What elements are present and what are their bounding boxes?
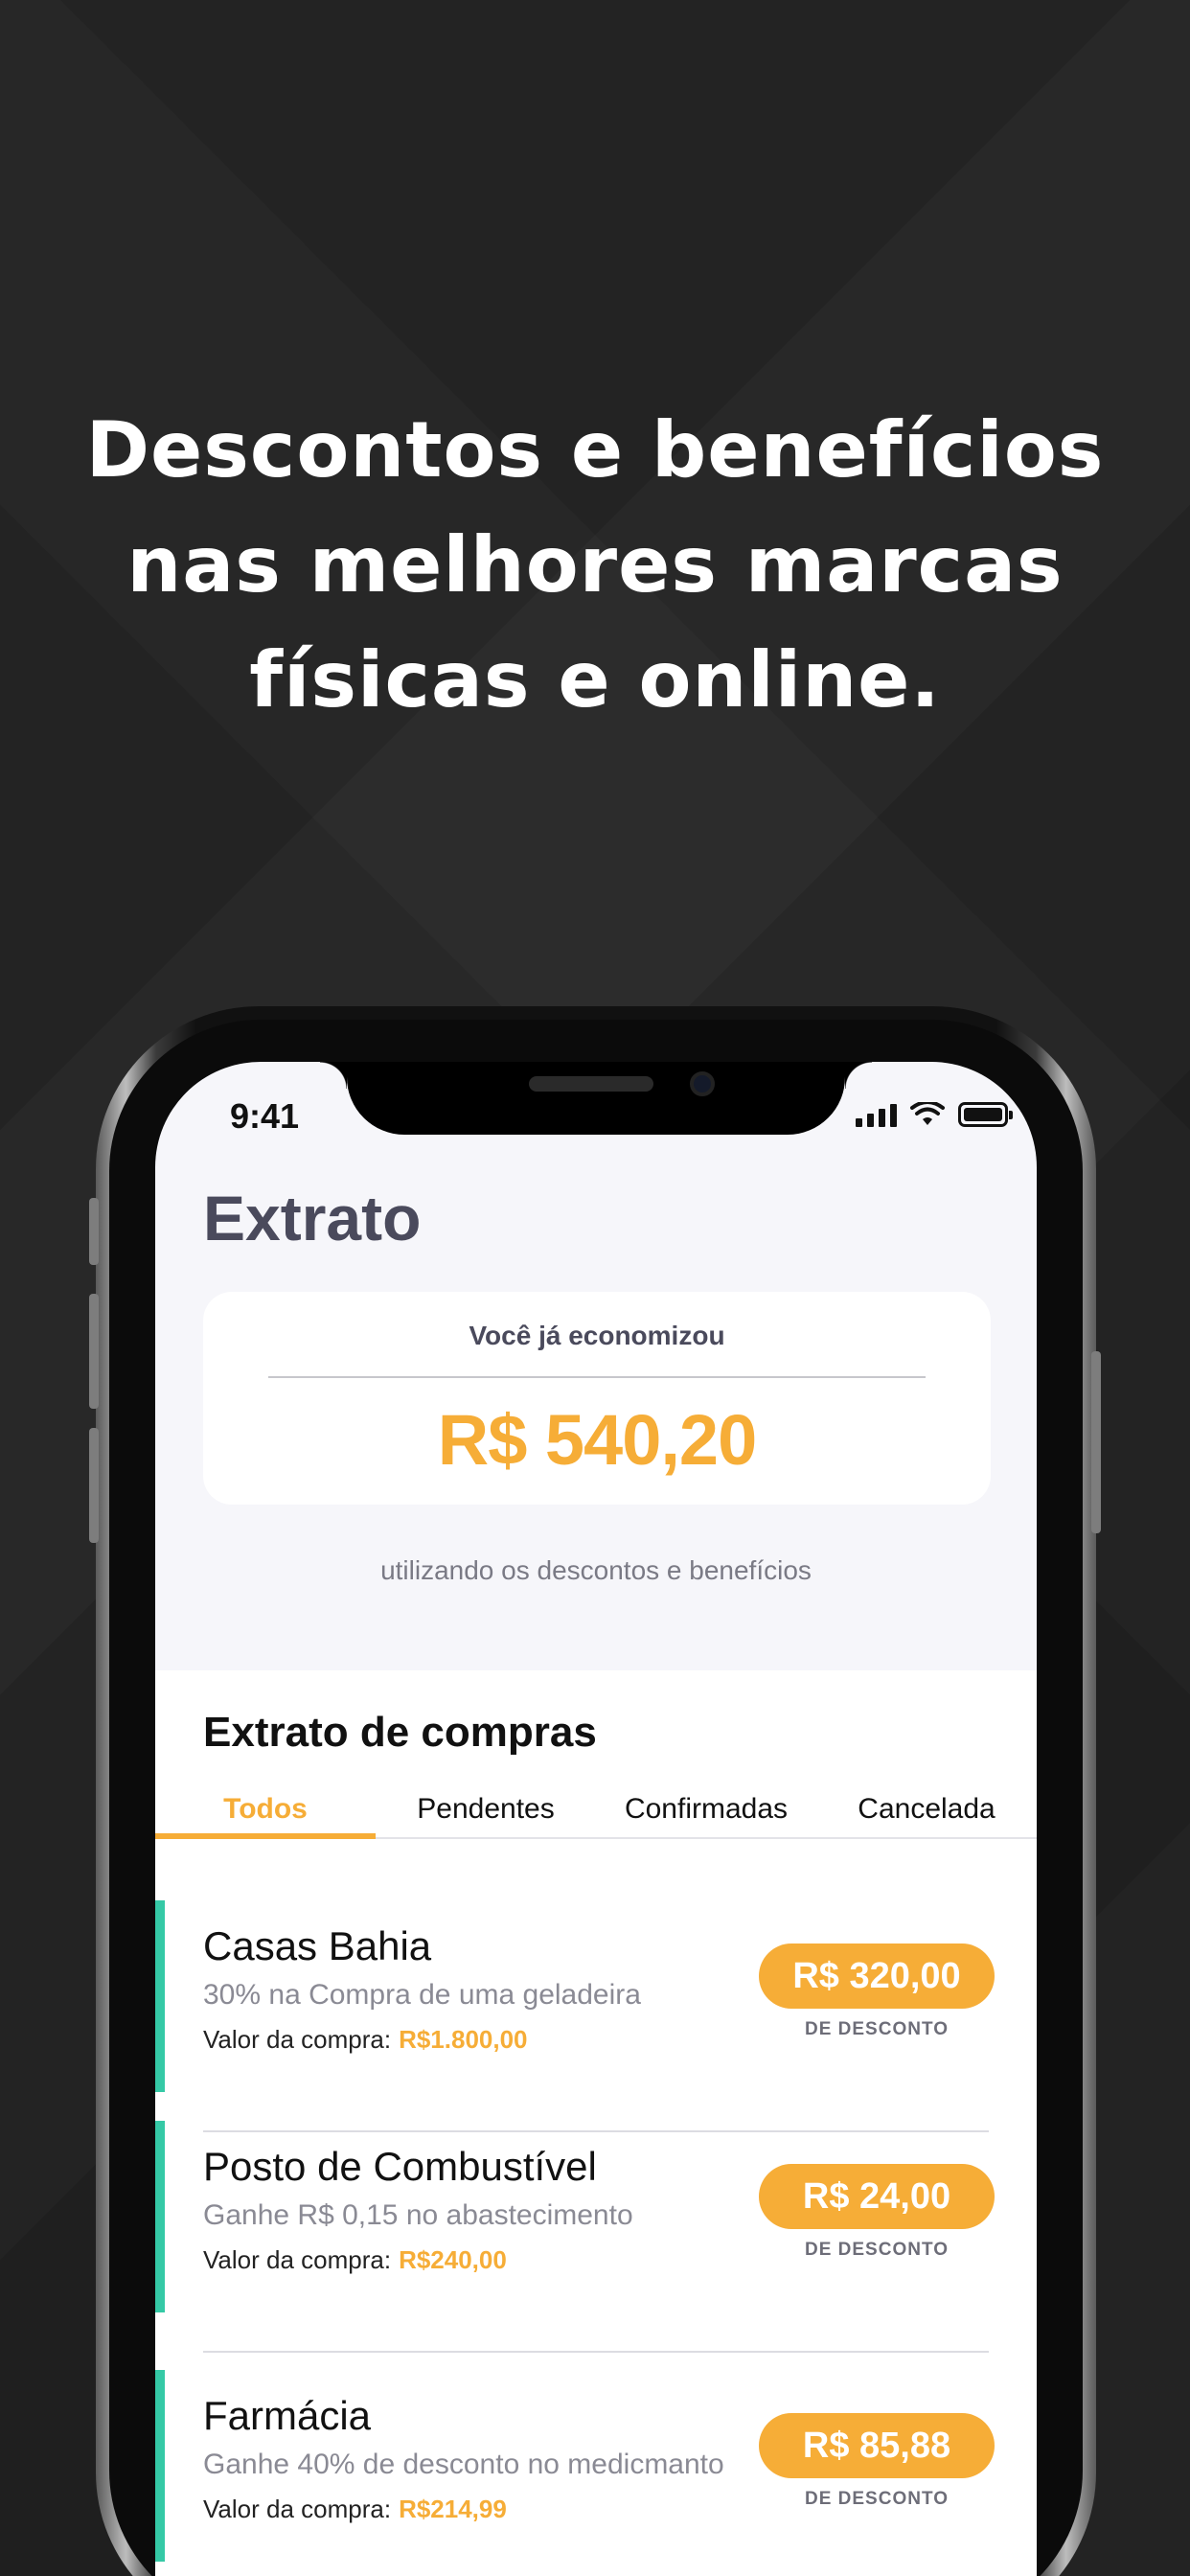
- purchase-value-label: Valor da compra:: [203, 2245, 392, 2274]
- savings-label: Você já economizou: [469, 1321, 725, 1350]
- merchant-name: Farmácia: [203, 2393, 372, 2438]
- item-divider: [203, 2351, 989, 2353]
- savings-divider: [268, 1376, 926, 1378]
- discount-caption: DE DESCONTO: [804, 2489, 949, 2509]
- wifi-icon: [910, 1102, 945, 1125]
- discount-badge: R$ 85,88: [759, 2413, 995, 2478]
- status-icons: [856, 1102, 1013, 1127]
- phone-screen: 9:41 Extrato Você já economizou R$ 540,2…: [155, 1062, 1037, 2576]
- status-indicator: [155, 2121, 165, 2312]
- page-title: Extrato: [203, 1183, 422, 1254]
- offer-description: Ganhe R$ 0,15 no abastecimento: [203, 2199, 633, 2231]
- discount-badge: R$ 320,00: [759, 1944, 995, 2009]
- tab-cancelada[interactable]: Cancelada: [816, 1793, 1037, 1839]
- offer-description: Ganhe 40% de desconto no medicmanto: [203, 2449, 724, 2480]
- discount-caption: DE DESCONTO: [804, 2019, 949, 2039]
- phone-volume-down-button: [89, 1428, 99, 1543]
- phone-volume-up-button: [89, 1294, 99, 1409]
- headline-line-1: Descontos e benefícios: [85, 405, 1105, 494]
- promo-headline: Descontos e benefícios nas melhores marc…: [57, 393, 1133, 738]
- savings-card: Você já economizou R$ 540,20: [203, 1292, 991, 1505]
- purchase-value-row: Valor da compra: R$240,00: [203, 2245, 507, 2275]
- tab-todos[interactable]: Todos: [155, 1793, 376, 1839]
- headline-line-2: nas melhores marcas: [126, 520, 1064, 610]
- headline-line-3: físicas e online.: [249, 635, 941, 724]
- savings-amount: R$ 540,20: [437, 1400, 758, 1480]
- status-indicator: [155, 2370, 165, 2562]
- status-time: 9:41: [230, 1096, 300, 1136]
- purchase-item[interactable]: Posto de Combustível Ganhe R$ 0,15 no ab…: [155, 2121, 1037, 2312]
- phone-power-button: [1091, 1351, 1101, 1533]
- front-camera: [690, 1071, 715, 1096]
- purchase-value: R$1.800,00: [399, 2025, 528, 2054]
- purchase-value-row: Valor da compra: R$214,99: [203, 2495, 507, 2524]
- tab-confirmadas[interactable]: Confirmadas: [596, 1793, 816, 1839]
- merchant-name: Casas Bahia: [203, 1923, 432, 1968]
- speaker: [529, 1076, 653, 1092]
- signal-icon: [856, 1104, 897, 1127]
- tab-bar: Todos Pendentes Confirmadas Cancelada: [155, 1785, 1037, 1839]
- status-indicator: [155, 1900, 165, 2092]
- purchase-value-label: Valor da compra:: [203, 2495, 392, 2523]
- discount-caption: DE DESCONTO: [804, 2240, 949, 2260]
- purchase-value-label: Valor da compra:: [203, 2025, 392, 2054]
- merchant-name: Posto de Combustível: [203, 2144, 597, 2189]
- purchase-item[interactable]: Casas Bahia 30% na Compra de uma geladei…: [155, 1900, 1037, 2092]
- savings-subtitle: utilizando os descontos e benefícios: [380, 1555, 812, 1585]
- offer-description: 30% na Compra de uma geladeira: [203, 1979, 641, 2011]
- section-title: Extrato de compras: [203, 1709, 597, 1756]
- notch: [320, 1062, 872, 1135]
- purchase-value-row: Valor da compra: R$1.800,00: [203, 2025, 528, 2055]
- battery-icon: [958, 1102, 1013, 1127]
- purchases-section: Extrato de compras Todos Pendentes Confi…: [155, 1670, 1037, 2576]
- phone-side-button: [89, 1198, 99, 1265]
- discount-badge: R$ 24,00: [759, 2164, 995, 2229]
- purchase-value: R$240,00: [399, 2245, 507, 2274]
- purchase-item[interactable]: Farmácia Ganhe 40% de desconto no medicm…: [155, 2370, 1037, 2562]
- purchase-value: R$214,99: [399, 2495, 507, 2523]
- tab-pendentes[interactable]: Pendentes: [376, 1793, 596, 1839]
